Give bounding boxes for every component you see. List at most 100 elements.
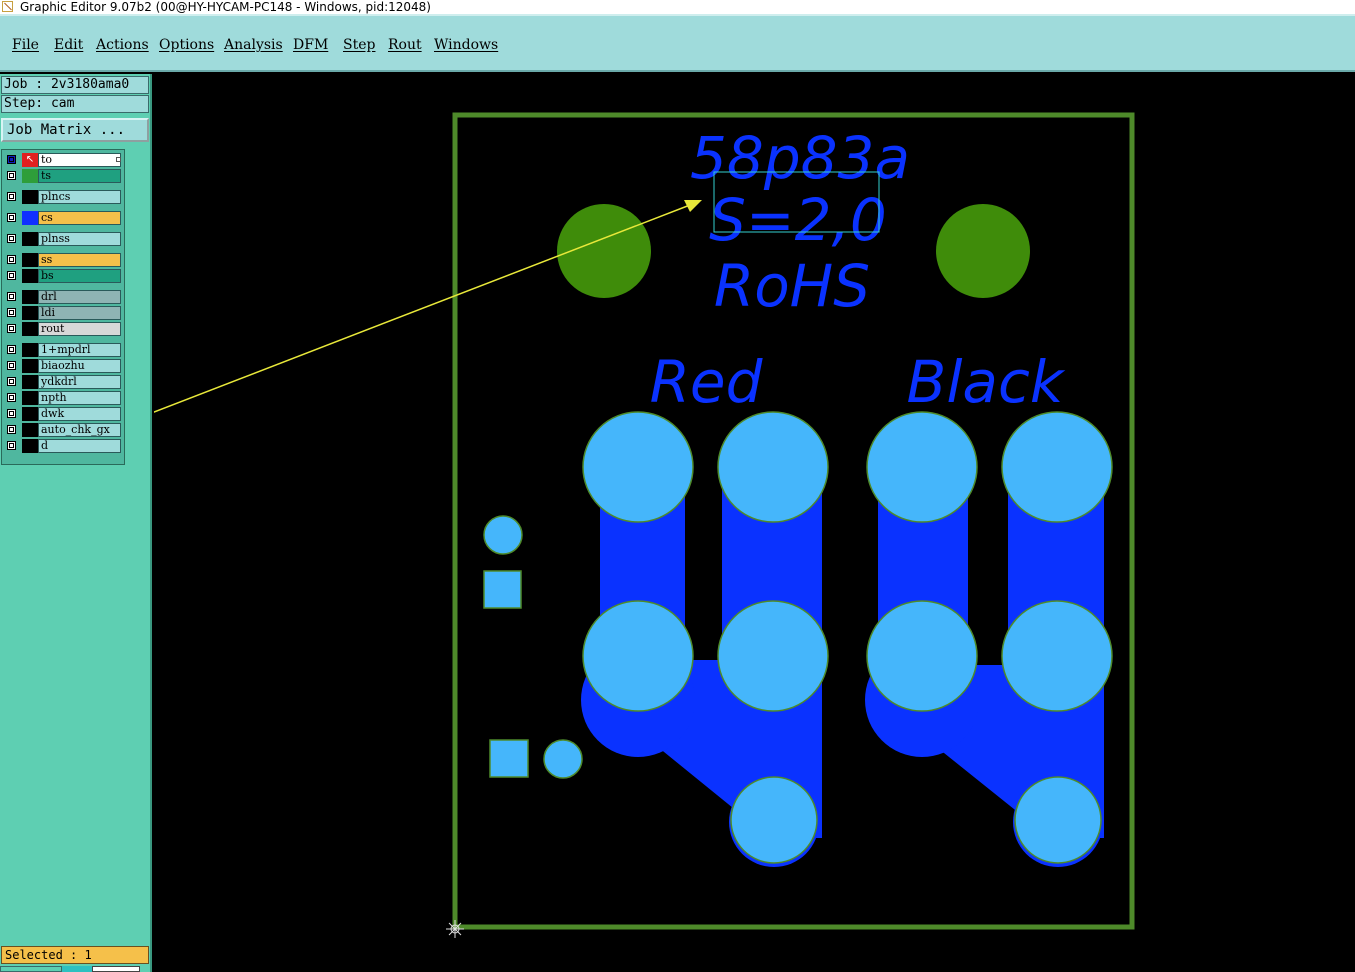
layer-color-swatch[interactable] [22, 359, 38, 373]
bottom-tab[interactable] [92, 966, 140, 972]
layer-panel: Job : 2v3180ama0 Step: cam Job Matrix ..… [0, 74, 152, 972]
layer-name: d [38, 439, 121, 453]
layer-name: ldi [38, 306, 121, 320]
layer-checkbox[interactable] [7, 155, 16, 164]
layer-row-plnss[interactable]: plnss [5, 232, 123, 246]
layer-color-swatch[interactable] [22, 211, 38, 225]
layer-name: cs [38, 211, 121, 225]
layer-row-ts[interactable]: ts [5, 169, 123, 183]
layer-checkbox[interactable] [7, 292, 16, 301]
step-label: Step: cam [1, 95, 149, 113]
layer-color-swatch[interactable] [22, 290, 38, 304]
layer-color-swatch[interactable] [22, 423, 38, 437]
layer-color-swatch[interactable] [22, 375, 38, 389]
layer-checkbox[interactable] [7, 361, 16, 370]
layer-row-biaozhu[interactable]: biaozhu [5, 359, 123, 373]
layer-color-swatch[interactable] [22, 253, 38, 267]
pad [866, 411, 978, 523]
menu-bar: File Edit Actions Options Analysis DFM S… [0, 14, 1355, 72]
pad [1001, 411, 1113, 523]
layer-row-ydkdrl[interactable]: ydkdrl [5, 375, 123, 389]
affected-cursor-icon: ↖ [22, 153, 38, 167]
layer-name: dwk [38, 407, 121, 421]
graphic-canvas[interactable]: 58p83a S=2,0 RoHS Red Black [154, 74, 1355, 972]
layer-name: ts [38, 169, 121, 183]
layer-row-ss[interactable]: ss [5, 253, 123, 267]
layer-checkbox[interactable] [7, 234, 16, 243]
layer-row-auto-chk-gx[interactable]: auto_chk_gx [5, 423, 123, 437]
job-matrix-button[interactable]: Job Matrix ... [1, 118, 149, 142]
layer-color-swatch[interactable] [22, 169, 38, 183]
menu-file[interactable]: File [12, 37, 39, 53]
menu-actions[interactable]: Actions [96, 37, 149, 53]
pad-small-square [489, 739, 529, 778]
layer-row-1-mpdrl[interactable]: 1+mpdrl [5, 343, 123, 357]
layer-checkbox[interactable] [7, 192, 16, 201]
pad [866, 600, 978, 712]
layer-name: npth [38, 391, 121, 405]
menu-dfm[interactable]: DFM [293, 37, 328, 53]
spec-text: S=2,0 [709, 186, 887, 254]
layer-checkbox[interactable] [7, 213, 16, 222]
layer-row-ldi[interactable]: ldi [5, 306, 123, 320]
layer-checkbox[interactable] [7, 345, 16, 354]
layer-color-swatch[interactable] [22, 232, 38, 246]
layer-row-bs[interactable]: bs [5, 269, 123, 283]
layer-name: 1+mpdrl [38, 343, 121, 357]
layer-color-swatch[interactable] [22, 306, 38, 320]
fiducial-right [936, 204, 1030, 298]
layer-row-drl[interactable]: drl [5, 290, 123, 304]
layer-checkbox[interactable] [7, 255, 16, 264]
menu-step[interactable]: Step [343, 37, 375, 53]
layer-color-swatch[interactable] [22, 407, 38, 421]
pad-small-round [483, 515, 523, 555]
layer-checkbox[interactable] [7, 441, 16, 450]
menu-options[interactable]: Options [159, 37, 214, 53]
bottom-tab[interactable] [0, 966, 62, 972]
layer-color-swatch[interactable] [22, 439, 38, 453]
layer-name: bs [38, 269, 121, 283]
layer-checkbox[interactable] [7, 324, 16, 333]
layer-row-npth[interactable]: npth [5, 391, 123, 405]
layer-row-to[interactable]: ↖ to [5, 153, 123, 167]
menu-analysis[interactable]: Analysis [224, 37, 283, 53]
layer-name: rout [38, 322, 121, 336]
pad [717, 600, 829, 712]
layer-checkbox[interactable] [7, 271, 16, 280]
layer-color-swatch[interactable] [22, 190, 38, 204]
layer-row-plncs[interactable]: plncs [5, 190, 123, 204]
layer-row-rout[interactable]: rout [5, 322, 123, 336]
layer-checkbox[interactable] [7, 171, 16, 180]
layer-checkbox[interactable] [7, 377, 16, 386]
app-icon [2, 1, 13, 12]
job-label: Job : 2v3180ama0 [1, 76, 149, 94]
layer-row-cs[interactable]: cs [5, 211, 123, 225]
layer-row-d[interactable]: d [5, 439, 123, 453]
pad [730, 776, 818, 864]
layer-menu-icon[interactable] [116, 157, 121, 162]
menu-edit[interactable]: Edit [54, 37, 83, 53]
layer-color-swatch[interactable]: ↖ [22, 153, 38, 167]
layer-checkbox[interactable] [7, 393, 16, 402]
layer-color-swatch[interactable] [22, 269, 38, 283]
layer-name: drl [38, 290, 121, 304]
layer-color-swatch[interactable] [22, 343, 38, 357]
layer-name: auto_chk_gx [38, 423, 121, 437]
menu-windows[interactable]: Windows [434, 37, 498, 53]
bottom-tab[interactable] [62, 966, 92, 972]
layer-checkbox[interactable] [7, 425, 16, 434]
layer-color-swatch[interactable] [22, 391, 38, 405]
layer-row-dwk[interactable]: dwk [5, 407, 123, 421]
rohs-text: RoHS [714, 252, 870, 320]
layer-checkbox[interactable] [7, 308, 16, 317]
pad [1014, 776, 1102, 864]
menu-rout[interactable]: Rout [388, 37, 422, 53]
layer-color-swatch[interactable] [22, 322, 38, 336]
layer-checkbox[interactable] [7, 409, 16, 418]
layer-name: ss [38, 253, 121, 267]
layer-name: ydkdrl [38, 375, 121, 389]
part-number-text: 58p83a [690, 124, 910, 192]
red-label-text: Red [650, 348, 764, 416]
layer-name: plncs [38, 190, 121, 204]
selection-status: Selected : 1 [1, 946, 149, 964]
